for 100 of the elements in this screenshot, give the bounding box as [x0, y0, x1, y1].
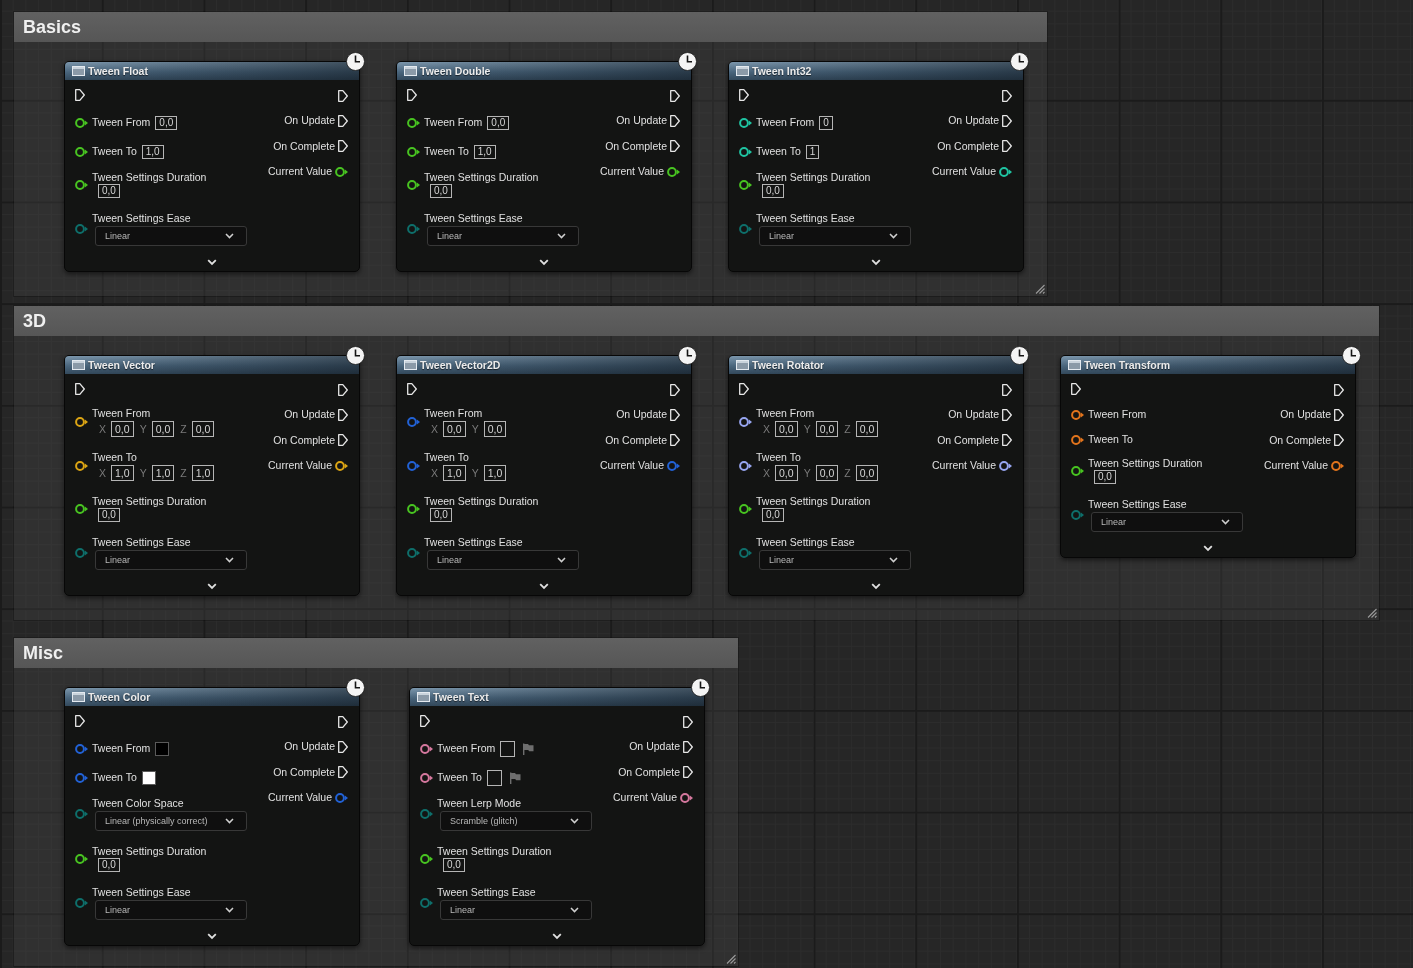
text-field[interactable]: [486, 769, 502, 786]
number-field[interactable]: 0,0: [855, 465, 879, 481]
pin-icon[interactable]: [739, 417, 752, 427]
number-field[interactable]: 0,0: [111, 421, 134, 437]
pin-icon[interactable]: [999, 166, 1012, 177]
dropdown[interactable]: Linear: [759, 226, 911, 246]
number-field[interactable]: 0,0: [191, 421, 215, 437]
pin-icon[interactable]: [999, 460, 1012, 471]
exec-pin-icon[interactable]: [407, 383, 417, 395]
pin-icon[interactable]: [75, 179, 88, 190]
number-field[interactable]: 0,0: [483, 421, 507, 437]
pin-icon[interactable]: [335, 460, 348, 471]
dropdown[interactable]: Linear (physically correct): [95, 811, 247, 831]
exec-pin-icon[interactable]: [1334, 408, 1344, 421]
exec-pin-icon[interactable]: [338, 384, 348, 396]
pin-icon[interactable]: [1071, 465, 1084, 476]
dropdown[interactable]: Linear: [427, 226, 579, 246]
exec-pin-icon[interactable]: [683, 716, 693, 728]
exec-pin-icon[interactable]: [75, 383, 85, 395]
number-field[interactable]: 0,0: [151, 421, 175, 437]
dropdown[interactable]: Linear: [95, 550, 247, 570]
exec-pin-icon[interactable]: [338, 716, 348, 728]
exec-pin-icon[interactable]: [338, 434, 348, 447]
number-field[interactable]: 1,0: [473, 144, 496, 159]
exec-pin-icon[interactable]: [1334, 434, 1344, 447]
number-field[interactable]: 0,0: [775, 421, 798, 437]
exec-pin-icon[interactable]: [1002, 90, 1012, 102]
text-field[interactable]: [500, 740, 516, 757]
number-field[interactable]: 0,0: [855, 421, 879, 437]
chevron-down-icon[interactable]: [1203, 544, 1213, 552]
resize-grip-icon[interactable]: [726, 954, 736, 964]
number-field[interactable]: 0,0: [98, 184, 120, 198]
exec-pin-icon[interactable]: [670, 434, 680, 447]
number-field[interactable]: 0,0: [443, 858, 465, 872]
exec-pin-icon[interactable]: [338, 90, 348, 102]
dropdown[interactable]: Linear: [95, 226, 247, 246]
chevron-down-icon[interactable]: [207, 932, 217, 940]
chevron-down-icon[interactable]: [539, 582, 549, 590]
number-field[interactable]: 0,0: [1094, 470, 1116, 484]
exec-pin-icon[interactable]: [338, 140, 348, 153]
pin-icon[interactable]: [1071, 434, 1084, 445]
pin-icon[interactable]: [420, 743, 433, 754]
dropdown[interactable]: Linear: [1091, 512, 1243, 532]
chevron-down-icon[interactable]: [552, 932, 562, 940]
number-field[interactable]: 0,0: [430, 184, 452, 198]
chevron-down-icon[interactable]: [871, 582, 881, 590]
number-field[interactable]: 0,0: [815, 465, 839, 481]
number-field[interactable]: 0,0: [155, 115, 178, 130]
exec-pin-icon[interactable]: [338, 408, 348, 421]
number-field[interactable]: 0,0: [815, 421, 839, 437]
pin-icon[interactable]: [739, 503, 752, 514]
chevron-down-icon[interactable]: [871, 258, 881, 266]
exec-pin-icon[interactable]: [1002, 114, 1012, 127]
exec-pin-icon[interactable]: [739, 383, 749, 395]
exec-pin-icon[interactable]: [683, 766, 693, 779]
number-field[interactable]: 1,0: [111, 465, 134, 481]
exec-pin-icon[interactable]: [670, 90, 680, 102]
color-swatch-icon[interactable]: [141, 770, 156, 785]
resize-grip-icon[interactable]: [1367, 608, 1377, 618]
pin-icon[interactable]: [420, 772, 433, 783]
chevron-down-icon[interactable]: [207, 582, 217, 590]
pin-icon[interactable]: [420, 853, 433, 864]
exec-pin-icon[interactable]: [670, 114, 680, 127]
exec-pin-icon[interactable]: [338, 766, 348, 779]
exec-pin-icon[interactable]: [407, 89, 417, 101]
pin-icon[interactable]: [739, 146, 752, 157]
exec-pin-icon[interactable]: [75, 89, 85, 101]
pin-icon[interactable]: [407, 179, 420, 190]
number-field[interactable]: 0,0: [98, 508, 120, 522]
dropdown[interactable]: Linear: [440, 900, 592, 920]
chevron-down-icon[interactable]: [539, 258, 549, 266]
exec-pin-icon[interactable]: [670, 408, 680, 421]
exec-pin-icon[interactable]: [670, 140, 680, 153]
pin-icon[interactable]: [407, 117, 420, 128]
number-field[interactable]: 0,0: [430, 508, 452, 522]
number-field[interactable]: 1,0: [483, 465, 507, 481]
pin-icon[interactable]: [1331, 460, 1344, 471]
dropdown[interactable]: Linear: [95, 900, 247, 920]
pin-icon[interactable]: [75, 146, 88, 157]
exec-pin-icon[interactable]: [1334, 384, 1344, 396]
dropdown[interactable]: Linear: [759, 550, 911, 570]
flag-icon[interactable]: [522, 742, 535, 755]
pin-icon[interactable]: [1071, 409, 1084, 420]
exec-pin-icon[interactable]: [75, 715, 85, 727]
number-field[interactable]: 0,0: [487, 115, 510, 130]
number-field[interactable]: 1,0: [443, 465, 466, 481]
exec-pin-icon[interactable]: [683, 740, 693, 753]
pin-icon[interactable]: [667, 166, 680, 177]
number-field[interactable]: 1,0: [141, 144, 164, 159]
flag-icon[interactable]: [508, 771, 521, 784]
pin-icon[interactable]: [407, 146, 420, 157]
pin-icon[interactable]: [75, 417, 88, 427]
color-swatch-icon[interactable]: [155, 741, 170, 756]
pin-icon[interactable]: [739, 179, 752, 190]
resize-grip-icon[interactable]: [1035, 284, 1045, 294]
exec-pin-icon[interactable]: [1071, 383, 1081, 395]
exec-pin-icon[interactable]: [739, 89, 749, 101]
pin-icon[interactable]: [75, 117, 88, 128]
number-field[interactable]: 0,0: [762, 184, 784, 198]
number-field[interactable]: 0,0: [775, 465, 798, 481]
